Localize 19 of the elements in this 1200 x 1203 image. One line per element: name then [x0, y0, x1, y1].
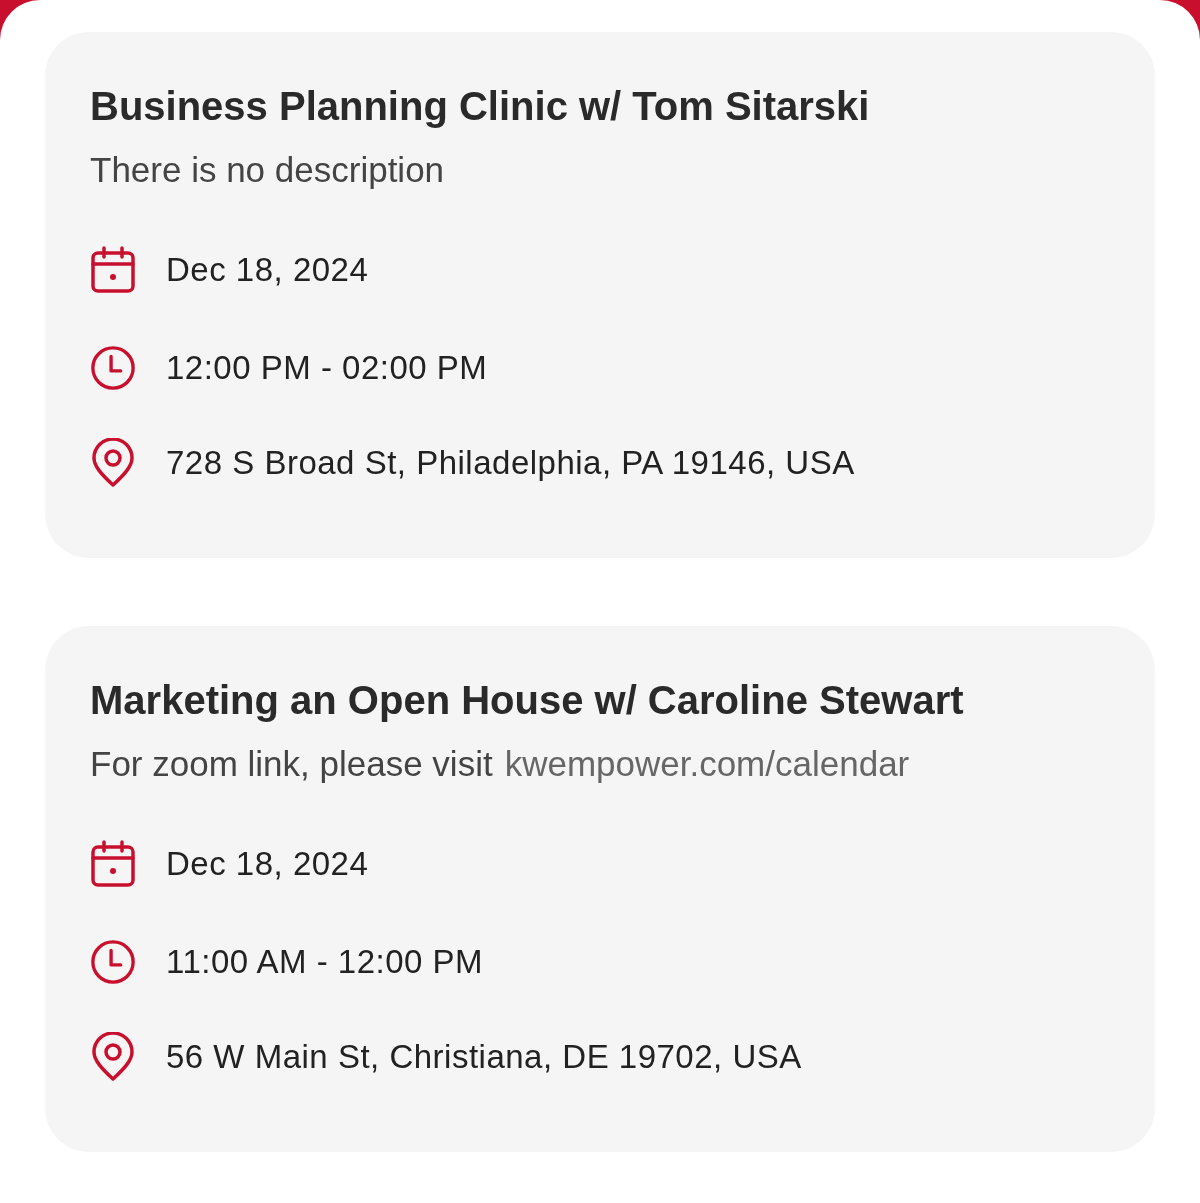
- location-pin-icon: [91, 438, 135, 488]
- location-pin-icon: [91, 1032, 135, 1082]
- calendar-link[interactable]: kwempower.com/calendar: [504, 744, 910, 784]
- event-title: Business Planning Clinic w/ Tom Sitarski: [90, 86, 871, 126]
- event-time: 12:00 PM - 02:00 PM: [166, 348, 488, 389]
- calendar-icon: [90, 246, 136, 294]
- event-description: For zoom link, please visit: [90, 744, 493, 784]
- calendar-icon: [90, 840, 136, 888]
- event-date: Dec 18, 2024: [166, 844, 369, 885]
- event-title: Marketing an Open House w/ Caroline Stewart: [90, 680, 965, 720]
- event-time: 11:00 AM - 12:00 PM: [166, 942, 484, 983]
- event-card[interactable]: Marketing an Open House w/ Caroline Stewart For zoom link, please visit kwempower.com/calendar Dec 18, 2024 11:00 AM - 12:00 PM 56 W Main St, Christiana, DE 19702, USA: [45, 626, 1155, 1152]
- clock-icon: [90, 344, 136, 392]
- event-card[interactable]: Business Planning Clinic w/ Tom Sitarski There is no description Dec 18, 2024 12:00 PM - 02:00 PM 728 S Broad St, Philadelphia, PA 19146, USA: [45, 32, 1155, 558]
- event-description: There is no description: [90, 150, 445, 190]
- event-location: 728 S Broad St, Philadelphia, PA 19146, USA: [166, 443, 855, 484]
- clock-icon: [90, 938, 136, 986]
- event-location: 56 W Main St, Christiana, DE 19702, USA: [166, 1037, 802, 1078]
- event-date: Dec 18, 2024: [166, 250, 369, 291]
